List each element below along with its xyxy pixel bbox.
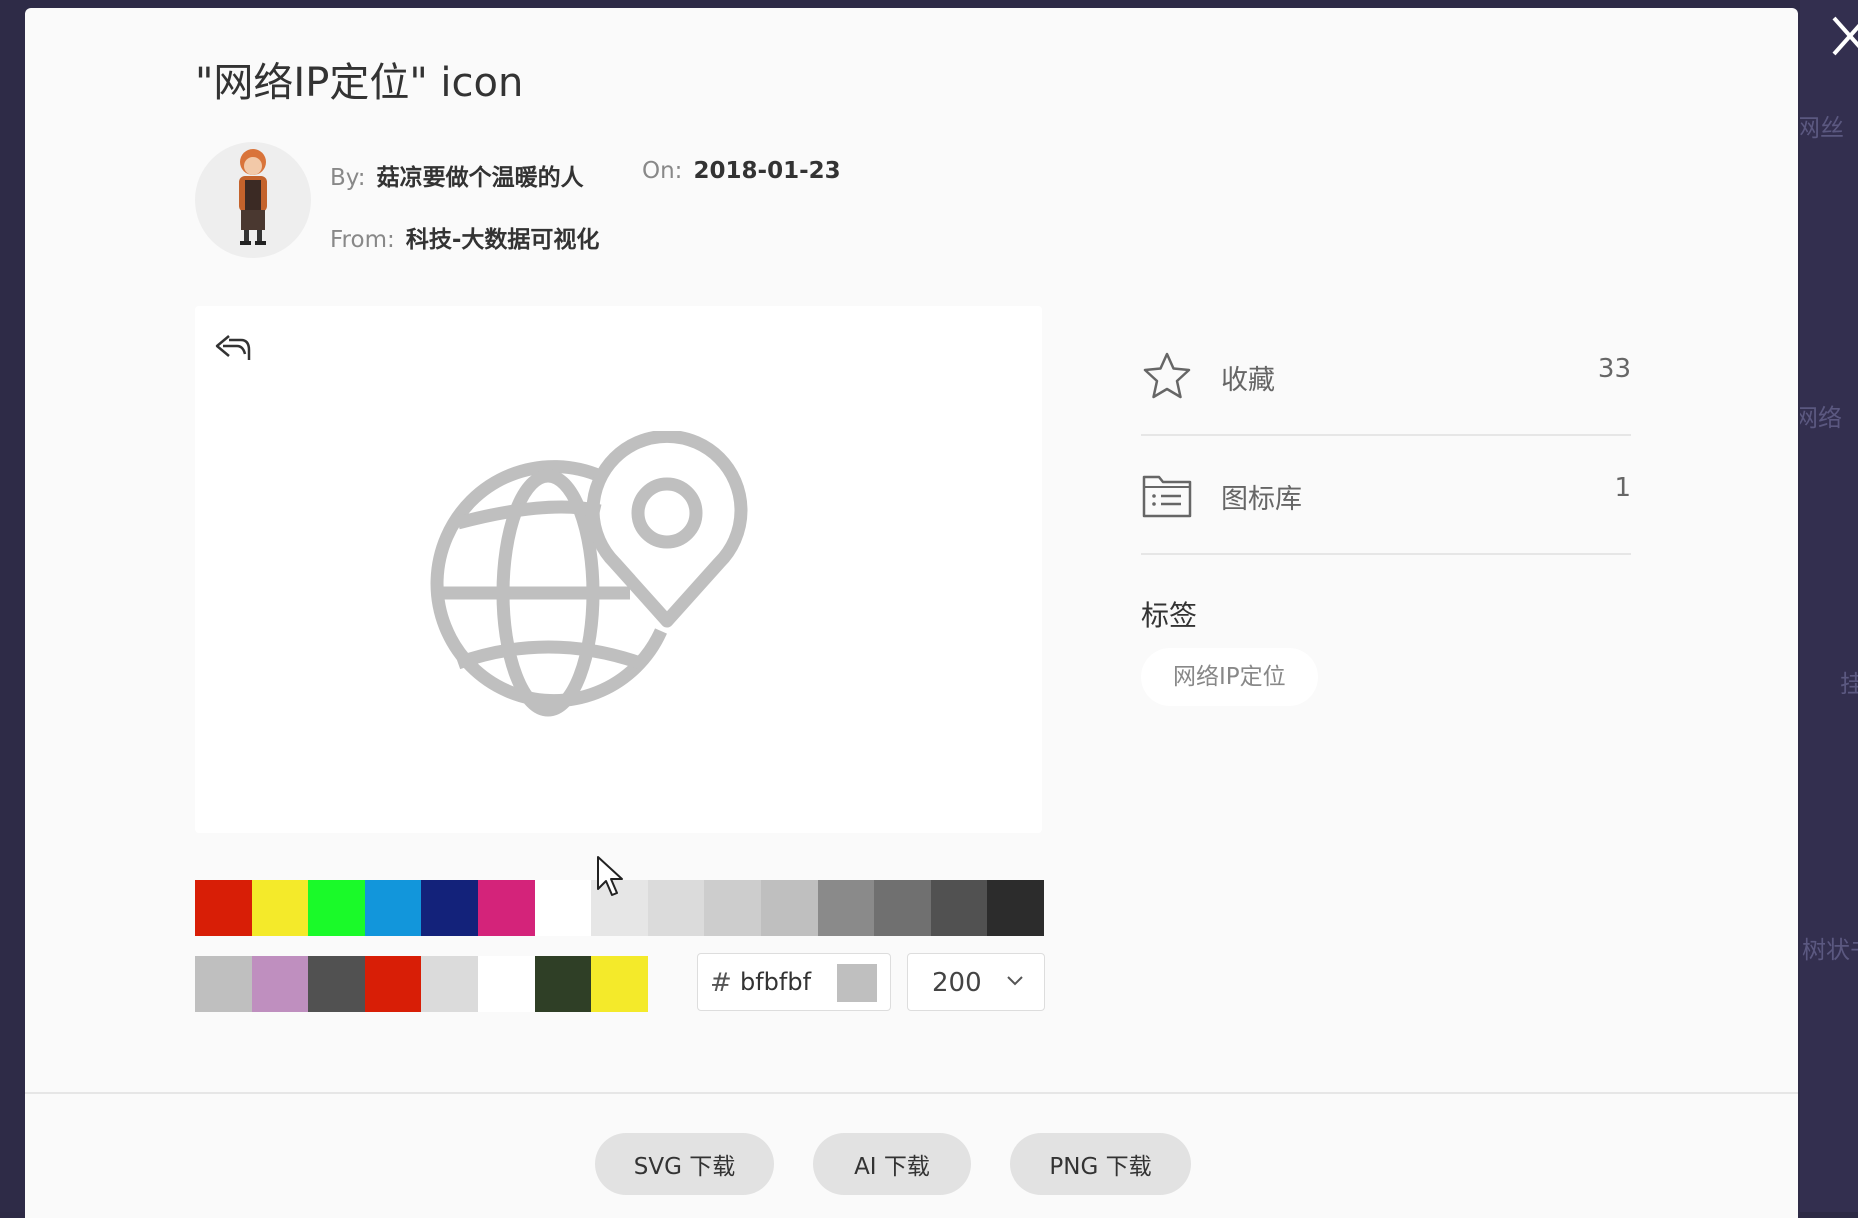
on-label: On: (642, 158, 683, 184)
footer-divider (25, 1092, 1798, 1094)
color-swatch[interactable] (477, 956, 535, 1012)
icon-detail-dialog: "网络IP定位" icon By: 菇凉要做个温暖的人 On: 2018-01-… (25, 8, 1798, 1218)
color-swatch[interactable] (874, 880, 931, 936)
color-swatch[interactable] (421, 880, 478, 936)
bg-text: 挂 (1840, 670, 1858, 698)
source-row: From: 科技-大数据可视化 (330, 220, 599, 254)
library-count: 1 (1614, 473, 1631, 503)
library-label: 图标库 (1221, 484, 1302, 515)
icon-preview-panel (195, 306, 1042, 833)
color-swatch[interactable] (364, 880, 422, 936)
color-palette-recent (195, 956, 648, 1012)
color-swatch[interactable] (477, 880, 535, 936)
ai-download-button[interactable]: AI 下载 (813, 1133, 971, 1195)
source-library-link[interactable]: 科技-大数据可视化 (406, 227, 600, 253)
bg-text: 网丝 (1800, 114, 1844, 142)
color-swatch[interactable] (421, 956, 478, 1012)
color-swatch[interactable] (930, 880, 988, 936)
globe-location-pin-icon (430, 431, 748, 717)
star-icon (1143, 352, 1191, 399)
size-value: 200 (932, 968, 982, 998)
color-swatch[interactable] (308, 956, 365, 1012)
by-label: By: (330, 165, 366, 191)
current-color-preview[interactable] (837, 964, 877, 1002)
color-swatch[interactable] (534, 880, 592, 936)
favorite-label: 收藏 (1221, 365, 1275, 396)
avatar[interactable] (195, 142, 311, 258)
tag-item[interactable]: 网络IP定位 (1141, 648, 1318, 706)
library-icon (1142, 475, 1192, 518)
color-swatch[interactable] (704, 880, 761, 936)
close-icon[interactable] (1830, 14, 1858, 58)
mouse-pointer-icon (597, 856, 623, 896)
from-label: From: (330, 227, 395, 253)
color-swatch[interactable] (251, 956, 309, 1012)
page-title: "网络IP定位" icon (195, 60, 524, 106)
color-swatch[interactable] (364, 956, 422, 1012)
date-row: On: 2018-01-23 (642, 158, 841, 184)
png-download-button[interactable]: PNG 下载 (1010, 1133, 1191, 1195)
hex-color-field: # (697, 953, 891, 1011)
color-swatch[interactable] (251, 880, 309, 936)
chevron-down-icon (1007, 976, 1023, 986)
author-name[interactable]: 菇凉要做个温暖的人 (377, 165, 584, 191)
add-to-library-action[interactable]: 图标库 1 (1141, 437, 1631, 555)
bg-text: 网络 (1800, 404, 1842, 432)
avatar-illustration-icon (239, 149, 267, 245)
color-swatch[interactable] (195, 956, 252, 1012)
size-select[interactable]: 200 (907, 953, 1045, 1011)
author-row: By: 菇凉要做个温暖的人 (330, 158, 584, 192)
color-swatch[interactable] (760, 880, 818, 936)
svg-download-button[interactable]: SVG 下载 (595, 1133, 774, 1195)
color-swatch[interactable] (534, 956, 592, 1012)
color-swatch[interactable] (591, 956, 648, 1012)
background-page-peek: 网丝 网络 挂 树状书 (1800, 0, 1858, 1212)
hex-color-input[interactable] (738, 965, 842, 999)
color-swatch[interactable] (647, 880, 705, 936)
upload-date: 2018-01-23 (693, 158, 841, 184)
color-swatch[interactable] (817, 880, 875, 936)
tags-heading: 标签 (1141, 599, 1198, 632)
hash-symbol: # (710, 968, 732, 998)
favorite-action[interactable]: 收藏 33 (1141, 318, 1631, 436)
color-swatch[interactable] (195, 880, 252, 936)
color-swatch[interactable] (308, 880, 365, 936)
favorite-count: 33 (1597, 354, 1631, 384)
undo-icon[interactable] (213, 330, 253, 366)
color-swatch[interactable] (987, 880, 1044, 936)
bg-text: 树状书 (1802, 936, 1858, 964)
